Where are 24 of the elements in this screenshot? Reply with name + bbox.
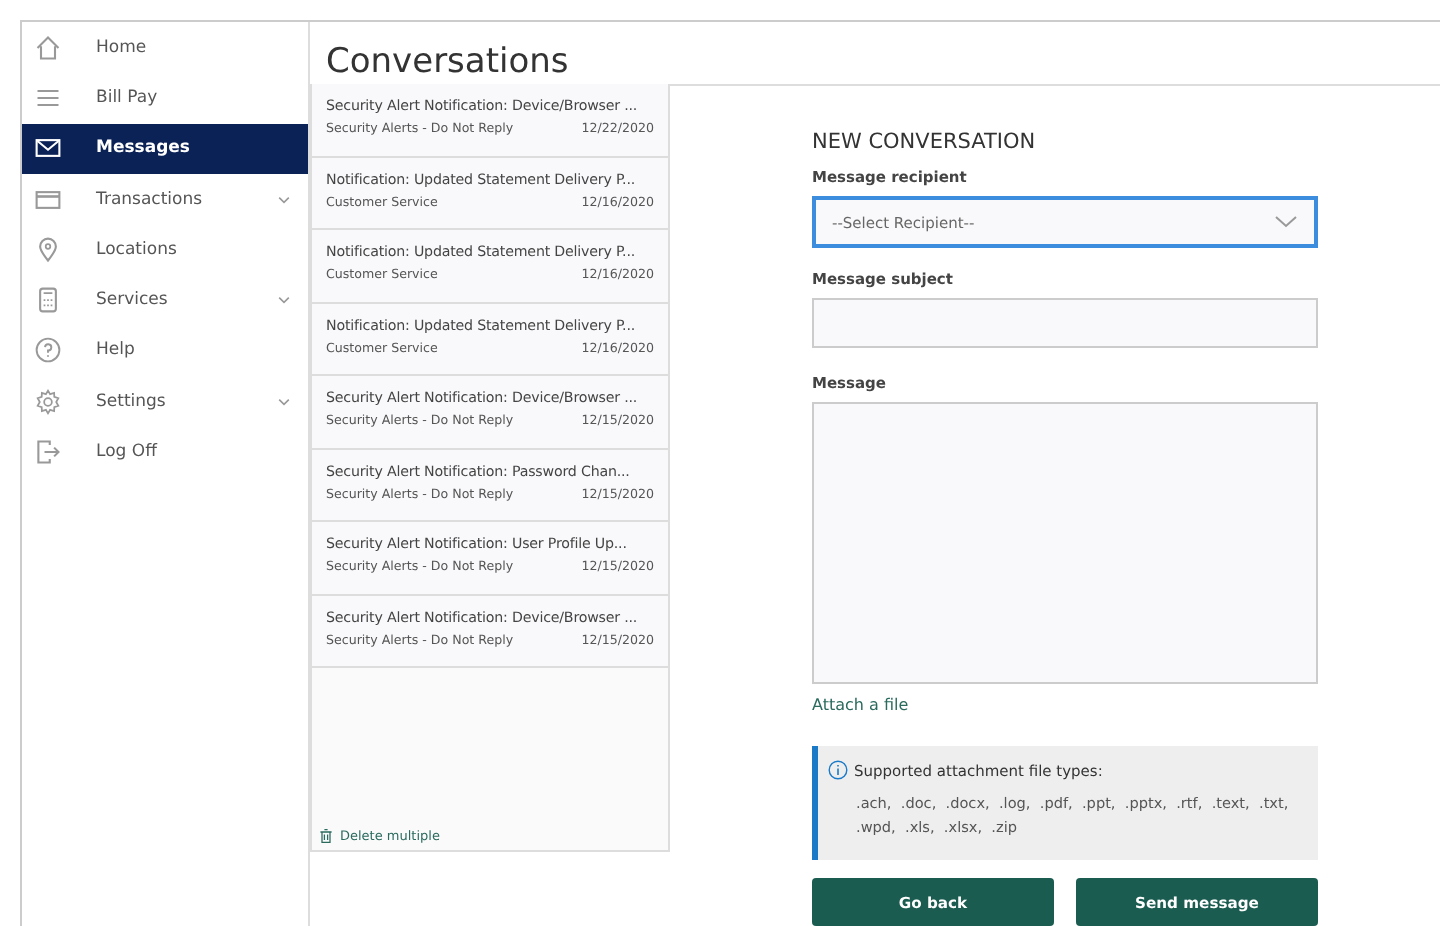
- subject-field[interactable]: [812, 298, 1318, 349]
- sidebar-item[interactable]: Settings: [22, 376, 308, 427]
- sidebar-item[interactable]: Log Off: [22, 426, 308, 478]
- home-icon: [34, 33, 62, 62]
- settings-icon: [34, 387, 62, 416]
- sidebar-item[interactable]: Home: [22, 22, 308, 73]
- envelope-icon: [34, 134, 62, 163]
- info-icon: [828, 760, 848, 781]
- chevron-down-icon: [1274, 214, 1298, 231]
- location-pin-icon: [34, 235, 62, 264]
- trash-icon: [318, 828, 334, 845]
- sidebar-item[interactable]: Messages: [22, 123, 308, 174]
- log-off-icon: [34, 438, 62, 467]
- card-icon: [34, 185, 62, 214]
- attach-file-link[interactable]: Attach a file: [812, 696, 909, 715]
- sidebar-item[interactable]: Services: [22, 274, 308, 326]
- calculator-icon: [34, 286, 62, 315]
- sidebar-item[interactable]: Locations: [22, 224, 308, 275]
- sidebar-item[interactable]: Help: [22, 325, 308, 377]
- sidebar-item[interactable]: Transactions: [22, 173, 308, 225]
- form-title: NEW CONVERSATION: [812, 130, 1038, 155]
- sidebar-item[interactable]: Bill Pay: [22, 72, 308, 124]
- message-field[interactable]: [812, 402, 1318, 685]
- help-icon: [34, 336, 62, 365]
